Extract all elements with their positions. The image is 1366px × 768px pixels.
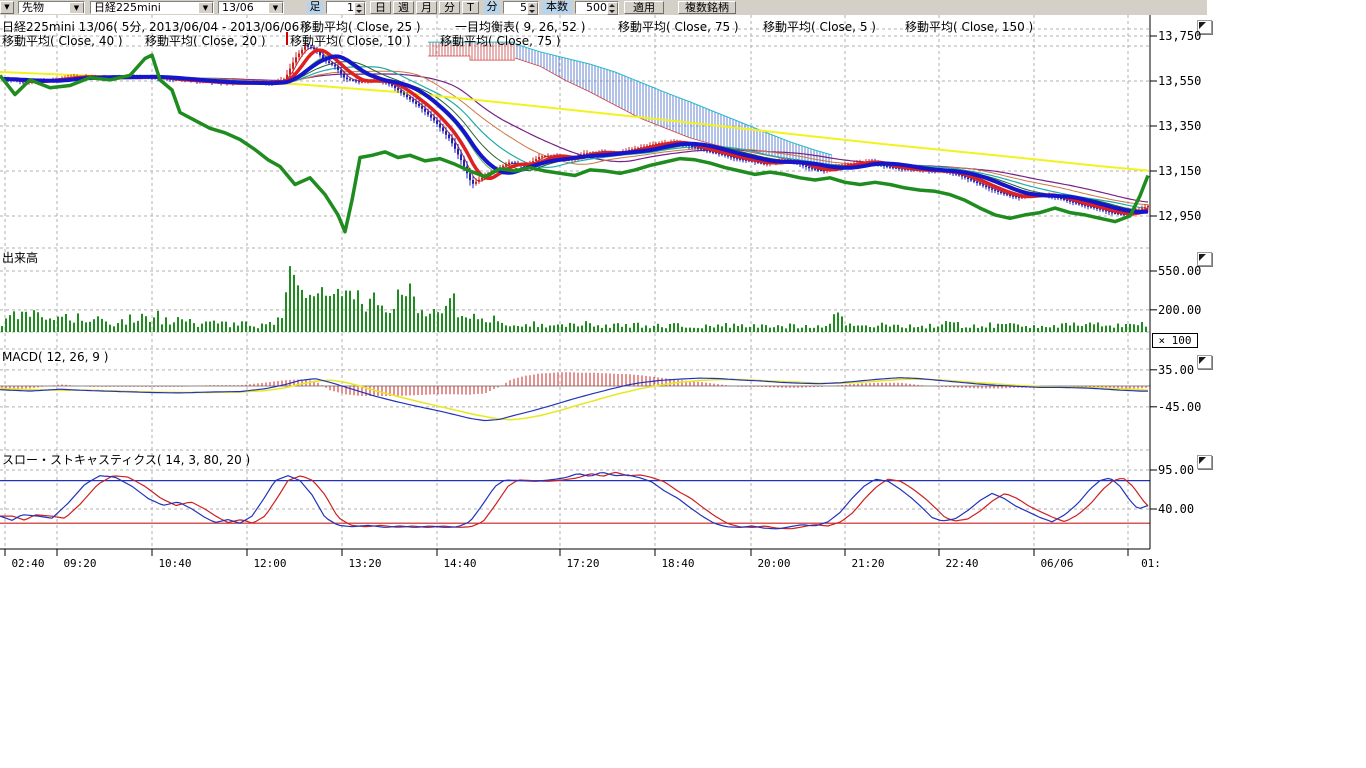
chevron-down-icon[interactable]: ▼ [69,2,84,14]
daily-button[interactable]: 日 [370,1,391,14]
y-axis-tick-label: -45.00 [1158,400,1201,414]
x-axis-tick-label: 21:20 [846,557,890,570]
contract-month-combobox[interactable]: 13/06 ▼ [218,1,284,14]
multi-symbol-button[interactable]: 複数銘柄 [678,1,736,14]
apply-button[interactable]: 適用 [624,1,664,14]
x-axis-tick-label: 18:40 [656,557,700,570]
x-axis-tick-label: 09:20 [58,557,102,570]
y-axis-tick-label: 35.00 [1158,363,1194,377]
macd-panel-scale-button[interactable] [1197,355,1212,369]
bar-count-value: 500 [586,1,607,14]
x-axis-tick-label: 13:20 [343,557,387,570]
y-axis-tick-label: 550.00 [1158,264,1201,278]
spinner-icon[interactable] [527,2,538,15]
weekly-button[interactable]: 週 [393,1,414,14]
category-combobox[interactable]: 先物 ▼ [18,1,85,14]
chevron-down-icon[interactable]: ▼ [268,2,283,14]
application-window: ▼ 先物 ▼ 日経225mini ▼ 13/06 ▼ 足 1 日 週 月 分 T… [0,0,1366,768]
x-axis-tick-label: 01: [1129,557,1173,570]
x-axis-tick-label: 17:20 [561,557,605,570]
stochastics-panel-label: スロー・ストキャスティクス( 14, 3, 80, 20 ) [2,451,250,468]
bar-count-label: 本数 [542,1,572,14]
stoch-panel-scale-button[interactable] [1197,455,1212,469]
indicator-label-ma10[interactable]: 移動平均( Close, 10 ) [290,32,411,49]
y-axis-tick-label: 12,950 [1158,209,1201,223]
indicator-label-ma40[interactable]: 移動平均( Close, 40 ) [2,32,123,49]
toolbar: ▼ 先物 ▼ 日経225mini ▼ 13/06 ▼ 足 1 日 週 月 分 T… [0,0,1207,15]
spinner-icon[interactable] [354,2,365,15]
chevron-down-icon[interactable]: ▼ [198,2,213,14]
triangle-icon [1199,22,1206,29]
bar-type-label: 足 [307,1,323,14]
y-axis-tick-label: 13,150 [1158,164,1201,178]
symbol-combobox-value: 日経225mini [94,1,161,14]
indicator-label-ma150[interactable]: 移動平均( Close, 150 ) [905,18,1033,35]
x-axis-tick-label: 10:40 [153,557,197,570]
bar-interval-value: 1 [347,1,354,14]
x-axis-tick-label: 06/06 [1035,557,1079,570]
y-axis-tick-label: 40.00 [1158,502,1194,516]
minute-value: 5 [520,1,527,14]
triangle-icon [1199,357,1206,364]
y-axis-tick-label: 200.00 [1158,303,1201,317]
x-axis-tick-label: 20:00 [752,557,796,570]
left-combo-arrow-button[interactable]: ▼ [0,1,14,14]
minute-value-spinner[interactable]: 5 [503,1,539,14]
text-cursor [286,32,288,45]
indicator-label-ma20[interactable]: 移動平均( Close, 20 ) [145,32,266,49]
spinner-icon[interactable] [607,2,618,15]
indicator-label-ma75b[interactable]: 移動平均( Close, 75 ) [440,32,561,49]
minute-button[interactable]: 分 [439,1,460,14]
bar-interval-spinner[interactable]: 1 [326,1,366,14]
bar-count-spinner[interactable]: 500 [575,1,619,14]
x-axis-tick-label: 22:40 [940,557,984,570]
category-combobox-value: 先物 [22,1,44,14]
symbol-combobox[interactable]: 日経225mini ▼ [90,1,214,14]
triangle-icon [1199,254,1206,261]
minute-unit-label: 分 [484,1,500,14]
y-axis-tick-label: 13,750 [1158,29,1201,43]
x-axis-tick-label: 14:40 [438,557,482,570]
y-axis-tick-label: 13,350 [1158,119,1201,133]
volume-panel-label: 出来高 [2,249,38,266]
indicator-label-ma5[interactable]: 移動平均( Close, 5 ) [763,18,876,35]
triangle-icon [1199,457,1206,464]
y-axis-tick-label: 13,550 [1158,74,1201,88]
tick-button[interactable]: T [462,1,479,14]
x-axis-tick-label: 12:00 [248,557,292,570]
macd-panel-label: MACD( 12, 26, 9 ) [2,350,108,364]
contract-month-combobox-value: 13/06 [222,1,254,14]
indicator-label-ma75[interactable]: 移動平均( Close, 75 ) [618,18,739,35]
volume-multiplier-badge: × 100 [1152,333,1198,348]
x-axis-tick-label: 02:40 [6,557,50,570]
monthly-button[interactable]: 月 [416,1,437,14]
y-axis-tick-label: 95.00 [1158,463,1194,477]
